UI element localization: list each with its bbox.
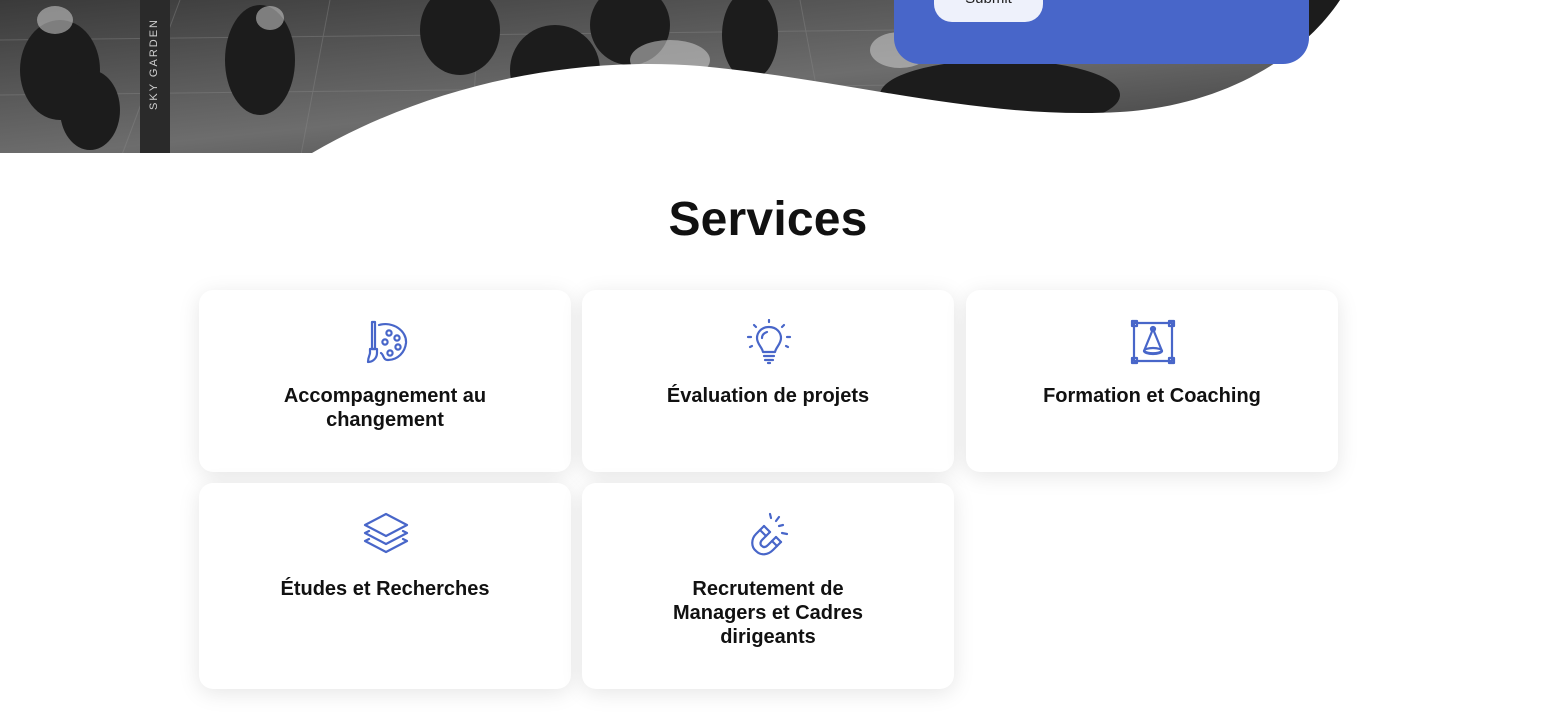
lightbulb-icon	[746, 318, 792, 365]
service-label: Accompagnement au changement	[283, 385, 487, 431]
services-title: Services	[668, 193, 868, 246]
submit-button[interactable]: Submit	[934, 0, 1043, 22]
hero-section: SKY GARDEN Submit	[0, 0, 1550, 160]
service-card-etudes[interactable]: Études et Recherches	[199, 483, 571, 689]
hero-photo	[0, 0, 1550, 160]
palette-brush-icon	[363, 319, 409, 365]
service-label: Formation et Coaching	[1043, 385, 1261, 407]
contact-form-card: Submit	[894, 0, 1309, 64]
service-card-formation[interactable]: Formation et Coaching	[966, 290, 1338, 472]
magnet-icon	[746, 512, 792, 558]
service-label: Évaluation de projets	[666, 385, 870, 407]
service-card-accompagnement[interactable]: Accompagnement au changement	[199, 290, 571, 472]
layers-icon	[363, 512, 409, 558]
photo-sign-text: SKY GARDEN	[148, 18, 160, 110]
service-card-evaluation[interactable]: Évaluation de projets	[582, 290, 954, 472]
vector-frame-icon	[1130, 319, 1176, 365]
service-label: Recrutement de Managers et Cadres dirige…	[672, 578, 864, 648]
service-card-recrutement[interactable]: Recrutement de Managers et Cadres dirige…	[582, 483, 954, 689]
service-label: Études et Recherches	[280, 578, 490, 600]
